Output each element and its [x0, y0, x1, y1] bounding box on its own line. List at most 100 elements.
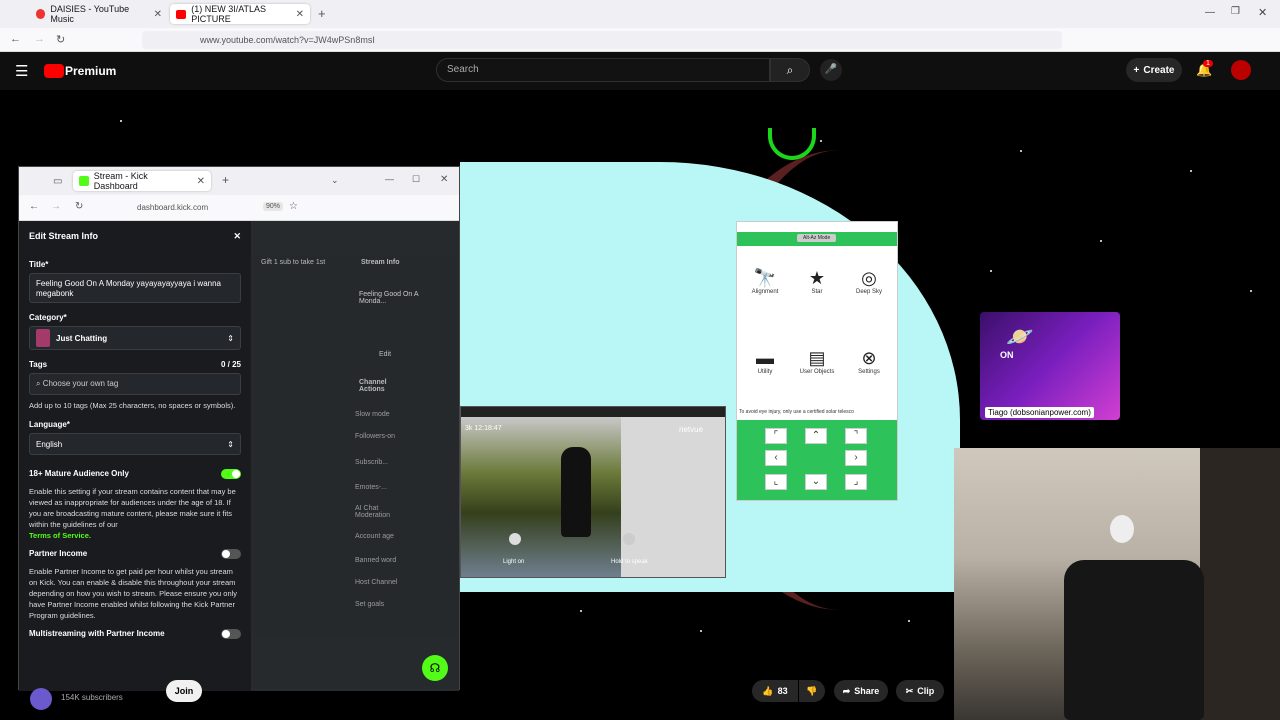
- side-item[interactable]: Host Channel: [355, 579, 397, 586]
- tab-youtube-music[interactable]: DAISIES - YouTube Music ✕: [30, 4, 168, 24]
- mode-button[interactable]: Alt-Az Mode: [797, 234, 837, 242]
- menu-icon[interactable]: ☰: [15, 62, 28, 80]
- up-button[interactable]: ⌃: [805, 428, 827, 444]
- star-button[interactable]: ★ Star: [793, 268, 841, 295]
- right-button[interactable]: ›: [845, 450, 867, 466]
- window-close-button[interactable]: ✕: [1258, 6, 1267, 19]
- star: [580, 610, 582, 612]
- maximize-button[interactable]: ❐: [1231, 6, 1240, 17]
- search-input[interactable]: Search: [436, 58, 770, 82]
- tab-youtube-video[interactable]: (1) NEW 3I/ATLAS PICTURE ✕: [170, 4, 310, 24]
- forward-icon[interactable]: →: [51, 201, 61, 212]
- new-tab-button[interactable]: +: [222, 173, 229, 187]
- deep-sky-button[interactable]: ◎ Deep Sky: [845, 268, 893, 295]
- mature-toggle[interactable]: [221, 469, 241, 479]
- microphone-icon[interactable]: 🎤: [820, 59, 842, 81]
- down-button[interactable]: ⌄: [805, 474, 827, 490]
- share-button[interactable]: ➦ Share: [834, 680, 888, 702]
- minimize-button[interactable]: —: [1205, 7, 1215, 18]
- star: [908, 620, 910, 622]
- star: [120, 120, 122, 122]
- user-objects-label: User Objects: [799, 369, 835, 375]
- youtube-logo-icon[interactable]: [44, 64, 64, 78]
- close-icon[interactable]: ✕: [233, 231, 241, 242]
- tags-header: Tags 0 / 25: [29, 360, 241, 369]
- webcam-chair: [1064, 560, 1204, 720]
- edit-button[interactable]: Edit: [379, 351, 391, 358]
- user-objects-button[interactable]: ▤ User Objects: [793, 348, 841, 375]
- youtube-music-icon: [36, 9, 46, 19]
- side-item[interactable]: Emotes-...: [355, 484, 387, 491]
- back-icon[interactable]: ←: [29, 201, 39, 212]
- edit-stream-info-panel: Edit Stream Info ✕ Title* Feeling Good O…: [19, 221, 251, 691]
- alignment-button[interactable]: 🔭 Alignment: [741, 268, 789, 295]
- speak-icon[interactable]: [623, 533, 635, 545]
- join-button[interactable]: Join: [166, 680, 202, 702]
- galaxy-icon: ◎: [861, 268, 877, 288]
- bookmark-star-icon[interactable]: ☆: [289, 201, 298, 212]
- camera-house-wall: [621, 417, 725, 577]
- title-label: Title*: [29, 260, 49, 269]
- star: [820, 140, 822, 142]
- language-select[interactable]: English ⇕: [29, 433, 241, 455]
- down-right-button[interactable]: ⌟: [845, 474, 867, 490]
- maximize-button[interactable]: ☐: [412, 174, 420, 185]
- reload-icon[interactable]: ↻: [56, 33, 65, 46]
- like-button[interactable]: 👍 83: [752, 680, 798, 702]
- settings-button[interactable]: ⊗ Settings: [845, 348, 893, 375]
- search-icon: ⌕: [36, 379, 43, 388]
- mature-row: 18+ Mature Audience Only: [29, 469, 241, 479]
- camera-timestamp: 3k 12:18:47: [465, 425, 502, 432]
- partner-label: Partner Income: [29, 549, 88, 558]
- support-icon[interactable]: ☊: [422, 655, 448, 681]
- side-item[interactable]: AI Chat Moderation: [355, 505, 405, 519]
- back-icon[interactable]: ←: [10, 33, 21, 45]
- reload-icon[interactable]: ↻: [75, 201, 83, 212]
- panel-title: Edit Stream Info: [29, 231, 99, 241]
- up-right-button[interactable]: ⌝: [845, 428, 867, 444]
- settings-icon: ⊗: [861, 348, 877, 368]
- side-item[interactable]: Account age: [355, 533, 394, 540]
- up-left-button[interactable]: ⌜: [765, 428, 787, 444]
- side-item[interactable]: Subscrib...: [355, 459, 388, 466]
- avatar[interactable]: [1231, 60, 1251, 80]
- utility-button[interactable]: ▬ Utility: [741, 348, 789, 375]
- category-select[interactable]: Just Chatting ⇕: [29, 326, 241, 350]
- url-text[interactable]: dashboard.kick.com: [137, 203, 208, 212]
- multistream-toggle[interactable]: [221, 629, 241, 639]
- new-tab-button[interactable]: +: [318, 6, 326, 21]
- tags-help: Add up to 10 tags (Max 25 characters, no…: [29, 401, 236, 410]
- side-item[interactable]: Followers-on: [355, 433, 395, 440]
- search-icon[interactable]: ⌕: [770, 58, 810, 82]
- channel-avatar[interactable]: [30, 688, 52, 710]
- side-item[interactable]: Set goals: [355, 601, 384, 608]
- down-left-button[interactable]: ⌞: [765, 474, 787, 490]
- close-icon[interactable]: ✕: [296, 9, 304, 20]
- side-item[interactable]: Slow mode: [355, 411, 390, 418]
- close-icon[interactable]: ✕: [197, 176, 205, 187]
- terms-link[interactable]: Terms of Service.: [29, 530, 241, 541]
- tab-list-icon[interactable]: ▭: [53, 176, 62, 187]
- utility-label: Utility: [757, 369, 773, 375]
- chevron-down-icon[interactable]: ⌄: [331, 175, 339, 186]
- youtube-icon: [176, 9, 187, 19]
- partner-help: Enable Partner Income to get paid per ho…: [29, 567, 238, 620]
- tags-input[interactable]: ⌕ Choose your own tag: [29, 373, 241, 395]
- title-input[interactable]: Feeling Good On A Monday yayayayayyaya i…: [29, 273, 241, 303]
- scissors-icon: ✂: [905, 685, 914, 696]
- partner-toggle[interactable]: [221, 549, 241, 559]
- left-button[interactable]: ‹: [765, 450, 787, 466]
- forward-icon[interactable]: →: [34, 33, 45, 45]
- light-icon[interactable]: [509, 533, 521, 545]
- telescope-icon: 🔭: [753, 268, 777, 288]
- window-close-button[interactable]: ✕: [440, 174, 448, 185]
- premium-logo[interactable]: Premium: [65, 64, 116, 78]
- tab-kick-dashboard[interactable]: Stream - Kick Dashboard ✕: [73, 171, 211, 191]
- clip-button[interactable]: ✂ Clip: [896, 680, 944, 702]
- dislike-button[interactable]: 👎: [799, 680, 825, 702]
- side-item[interactable]: Banned word: [355, 557, 396, 564]
- minimize-button[interactable]: —: [385, 174, 394, 184]
- close-icon[interactable]: ✕: [154, 9, 162, 20]
- zoom-level[interactable]: 90%: [263, 202, 284, 211]
- create-button[interactable]: + Create: [1126, 58, 1182, 82]
